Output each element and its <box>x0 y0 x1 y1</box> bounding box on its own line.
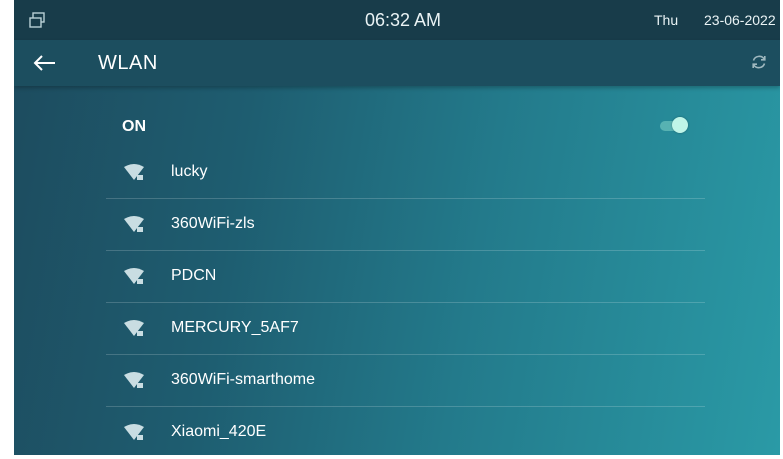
wlan-toggle[interactable] <box>660 117 688 133</box>
title-bar: WLAN <box>14 40 780 86</box>
device-display: 06:32 AM Thu 23-06-2022 WLAN ON lucky 36… <box>14 0 780 455</box>
wifi-lock-icon <box>124 320 144 336</box>
status-time: 06:32 AM <box>365 10 442 30</box>
status-day: Thu <box>654 12 679 28</box>
screen: 06:32 AM Thu 23-06-2022 WLAN ON lucky 36… <box>0 0 783 459</box>
back-arrow-icon[interactable] <box>32 52 58 74</box>
network-ssid: MERCURY_5AF7 <box>171 319 299 336</box>
network-item[interactable]: 360WiFi-zls <box>106 199 705 251</box>
network-item[interactable]: 360WiFi-smarthome <box>106 355 705 407</box>
network-ssid: 360WiFi-zls <box>171 215 255 232</box>
network-ssid: Xiaomi_420E <box>171 423 267 440</box>
refresh-icon[interactable] <box>750 53 768 71</box>
wifi-lock-icon <box>124 216 144 232</box>
network-item[interactable]: PDCN <box>106 251 705 303</box>
status-date: 23-06-2022 <box>704 12 776 28</box>
network-item[interactable]: lucky <box>106 147 705 199</box>
network-ssid: lucky <box>171 163 208 180</box>
wifi-lock-icon <box>124 164 144 180</box>
network-item[interactable]: Xiaomi_420E <box>106 407 705 455</box>
status-bar: 06:32 AM Thu 23-06-2022 <box>14 0 780 40</box>
network-list: lucky 360WiFi-zls PDCN MERCURY_5AF7 360W… <box>106 147 705 455</box>
network-item[interactable]: MERCURY_5AF7 <box>106 303 705 355</box>
wlan-state-label: ON <box>122 118 146 135</box>
wifi-lock-icon <box>124 268 144 284</box>
network-ssid: 360WiFi-smarthome <box>171 371 316 388</box>
wifi-lock-icon <box>124 372 144 388</box>
window-restore-icon <box>29 12 45 28</box>
network-ssid: PDCN <box>171 267 217 284</box>
wifi-lock-icon <box>124 424 144 440</box>
page-title: WLAN <box>98 52 158 74</box>
toggle-knob <box>672 117 688 133</box>
